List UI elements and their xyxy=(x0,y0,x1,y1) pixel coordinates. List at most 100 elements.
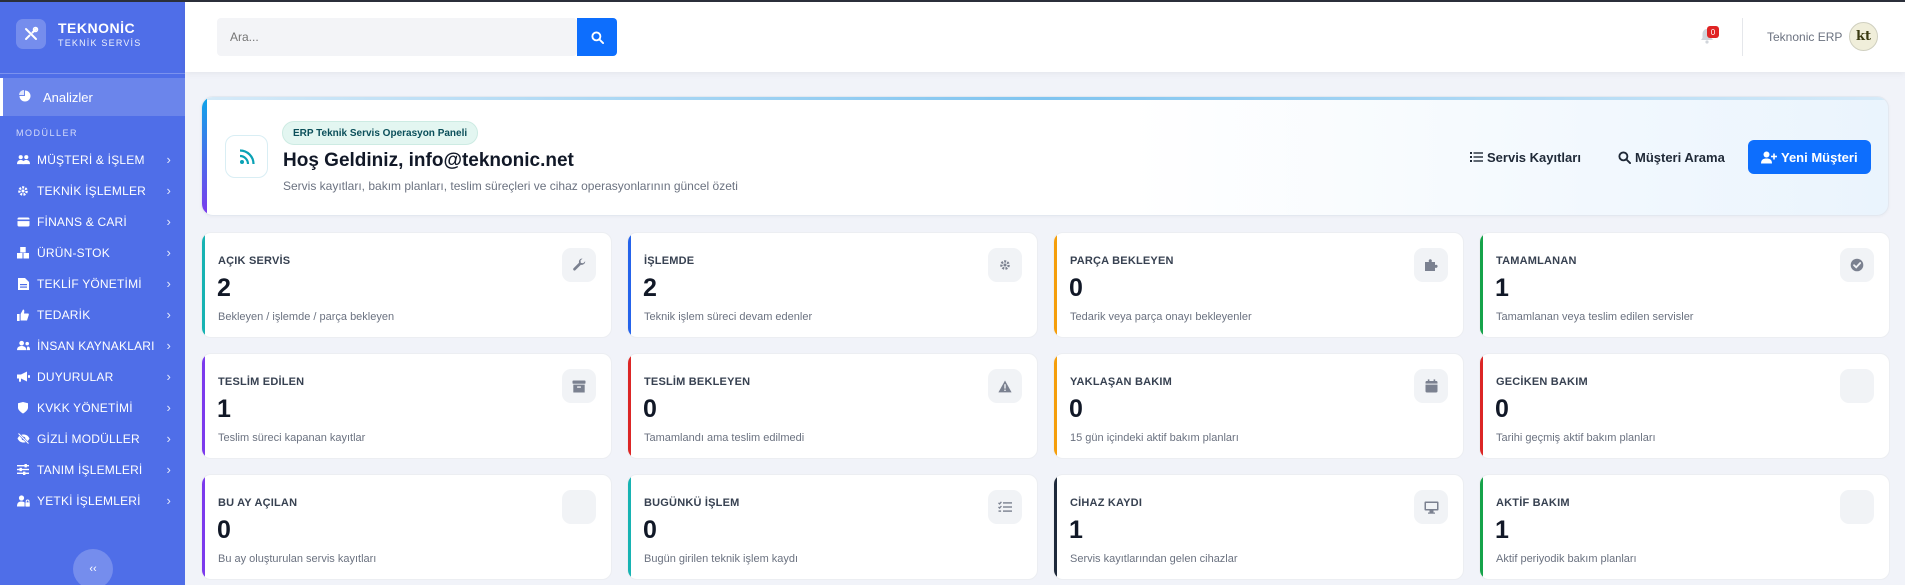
sidebar-item-label: YETKİ İŞLEMLERİ xyxy=(37,493,141,508)
brand[interactable]: TEKNONİC TEKNİK SERVİS xyxy=(0,0,185,68)
chevron-right-icon: › xyxy=(166,152,171,167)
search-button[interactable] xyxy=(577,18,617,56)
card-accent-bar xyxy=(628,475,631,579)
card-title: TESLİM EDİLEN xyxy=(218,376,305,388)
stat-card-ci̇haz-kaydi[interactable]: CİHAZ KAYDI 1 Servis kayıtlarından gelen c… xyxy=(1053,474,1464,580)
new-customer-label: Yeni Müşteri xyxy=(1781,149,1858,165)
tools-icon xyxy=(16,19,46,49)
stat-card-yaklaşan-bakim[interactable]: YAKLAŞAN BAKIM 0 15 gün içindeki aktif bak… xyxy=(1053,353,1464,459)
sidebar-item-tanim-i-şlemleri[interactable]: TANIM İŞLEMLERİ › xyxy=(0,454,185,485)
thumbs-up-icon xyxy=(16,309,30,321)
stat-card-tamamlanan[interactable]: TAMAMLANAN 1 Tamamlanan veya teslim edilen… xyxy=(1479,232,1890,338)
chevron-right-icon: › xyxy=(166,400,171,415)
sidebar-item-label: MÜŞTERİ & İŞLEM xyxy=(37,152,145,167)
sidebar-item-label: KVKK YÖNETİMİ xyxy=(37,400,133,415)
list-icon xyxy=(1470,151,1483,163)
card-value: 2 xyxy=(643,274,657,302)
search-icon xyxy=(590,30,604,44)
card-title: BUGÜNKÜ İŞLEM xyxy=(644,497,740,509)
stat-card-akti̇f-bakim[interactable]: AKTİF BAKIM 1 Aktif periyodik bakım planla… xyxy=(1479,474,1890,580)
window-top-border xyxy=(0,0,1905,2)
gear-icon xyxy=(988,248,1022,282)
shield-icon xyxy=(16,401,30,414)
gear-icon xyxy=(16,185,30,197)
user-name[interactable]: Teknonic ERP xyxy=(1767,30,1842,44)
card-value: 2 xyxy=(217,274,231,302)
stat-card-tesli̇m-edi̇len[interactable]: TESLİM EDİLEN 1 Teslim süreci kapanan kayı… xyxy=(201,353,612,459)
sidebar-item-i-nsan-kaynaklari[interactable]: İNSAN KAYNAKLARI › xyxy=(0,330,185,361)
service-records-button[interactable]: Servis Kayıtları xyxy=(1464,140,1587,174)
card-value: 0 xyxy=(1069,395,1083,423)
sliders-icon xyxy=(16,464,30,475)
sidebar-item-fi-nans-cari[interactable]: FİNANS & CARİ › xyxy=(0,206,185,237)
card-value: 0 xyxy=(1069,274,1083,302)
sidebar-item-tekli-f-yöneti-mi[interactable]: TEKLİF YÖNETİMİ › xyxy=(0,268,185,299)
card-title: İŞLEMDE xyxy=(644,255,695,267)
card-accent-bar xyxy=(202,354,205,458)
service-records-label: Servis Kayıtları xyxy=(1487,149,1581,165)
card-description: Tedarik veya parça onayı bekleyenler xyxy=(1070,311,1252,323)
sidebar-item-tedari-k[interactable]: TEDARİK › xyxy=(0,299,185,330)
card-title: TESLİM BEKLEYEN xyxy=(644,376,751,388)
sidebar-item-tekni-k-i-şlemler[interactable]: TEKNİK İŞLEMLER › xyxy=(0,175,185,206)
card-accent-bar xyxy=(202,233,205,337)
chevrons-left-icon: ‹‹ xyxy=(89,563,97,575)
stat-card-açik-servi̇s[interactable]: AÇIK SERVİS 2 Bekleyen / işlemde / parça b… xyxy=(201,232,612,338)
avatar[interactable]: kt xyxy=(1849,22,1878,51)
megaphone-icon xyxy=(16,371,30,382)
sidebar-item-kvkk-yöneti-mi[interactable]: KVKK YÖNETİMİ › xyxy=(0,392,185,423)
sidebar-item-analizler[interactable]: Analizler xyxy=(0,78,185,116)
stat-card-i̇şlemde[interactable]: İŞLEMDE 2 Teknik işlem süreci devam edenle… xyxy=(627,232,1038,338)
search-icon xyxy=(1618,150,1631,164)
sidebar-item-label: GİZLİ MODÜLLER xyxy=(37,431,140,446)
card-description: Bu ay oluşturulan servis kayıtları xyxy=(218,553,377,565)
hero-top-glow xyxy=(202,97,1888,100)
user-plus-icon xyxy=(1761,151,1777,164)
card-description: Aktif periyodik bakım planları xyxy=(1496,553,1637,565)
search-box xyxy=(217,18,577,56)
card-accent-bar xyxy=(628,354,631,458)
card-value: 1 xyxy=(217,395,231,423)
chevron-right-icon: › xyxy=(166,183,171,198)
sidebar-item-duyurular[interactable]: DUYURULAR › xyxy=(0,361,185,392)
boxes-icon xyxy=(16,246,30,259)
card-value: 0 xyxy=(217,516,231,544)
sidebar-item-müşteri-i-şlem[interactable]: MÜŞTERİ & İŞLEM › xyxy=(0,144,185,175)
card-value: 0 xyxy=(643,395,657,423)
user-lock-icon xyxy=(16,494,30,507)
stat-card-tesli̇m-bekleyen[interactable]: TESLİM BEKLEYEN 0 Tamamlandı ama teslim ed… xyxy=(627,353,1038,459)
stat-card-geci̇ken-bakim[interactable]: GECİKEN BAKIM 0 Tarihi geçmiş aktif bakım … xyxy=(1479,353,1890,459)
chevron-right-icon: › xyxy=(166,431,171,446)
sidebar-item-label: İNSAN KAYNAKLARI xyxy=(37,338,155,353)
card-title: AÇIK SERVİS xyxy=(218,255,291,267)
eye-slash-icon xyxy=(16,433,30,444)
list-check-icon xyxy=(988,490,1022,524)
sidebar-item-label: TEKLİF YÖNETİMİ xyxy=(37,276,142,291)
card-accent-bar xyxy=(1054,475,1057,579)
sidebar-collapse-button[interactable]: ‹‹ xyxy=(73,549,113,585)
search-input[interactable] xyxy=(217,18,577,56)
stat-card-bugünkü-i̇şlem[interactable]: BUGÜNKÜ İŞLEM 0 Bugün girilen teknik işlem… xyxy=(627,474,1038,580)
hero-accent-bar xyxy=(202,97,207,215)
card-title: GECİKEN BAKIM xyxy=(1496,376,1588,388)
sidebar-item-label: FİNANS & CARİ xyxy=(37,214,127,229)
users-icon xyxy=(16,154,30,165)
credit-card-icon xyxy=(16,217,30,227)
card-description: Teslim süreci kapanan kayıtlar xyxy=(218,432,366,444)
sidebar-item-gi-zli-modüller[interactable]: GİZLİ MODÜLLER › xyxy=(0,423,185,454)
customer-search-button[interactable]: Müşteri Arama xyxy=(1612,140,1731,174)
sidebar-item-label: DUYURULAR xyxy=(37,369,114,384)
stat-card-parça-bekleyen[interactable]: PARÇA BEKLEYEN 0 Tedarik veya parça onayı … xyxy=(1053,232,1464,338)
card-description: Tarihi geçmiş aktif bakım planları xyxy=(1496,432,1656,444)
card-accent-bar xyxy=(1480,233,1483,337)
sidebar-item-ürün-stok[interactable]: ÜRÜN-STOK › xyxy=(0,237,185,268)
sidebar-item-label: TEDARİK xyxy=(37,307,91,322)
page-subtitle: Servis kayıtları, bakım planları, teslim… xyxy=(283,179,738,193)
sidebar-item-yetki-i-şlemleri[interactable]: YETKİ İŞLEMLERİ › xyxy=(0,485,185,516)
new-customer-button[interactable]: Yeni Müşteri xyxy=(1748,140,1871,174)
card-accent-bar xyxy=(1480,475,1483,579)
chevron-right-icon: › xyxy=(166,338,171,353)
check-circle-icon xyxy=(1840,248,1874,282)
card-value: 1 xyxy=(1495,516,1509,544)
stat-card-bu-ay-açilan[interactable]: BU AY AÇILAN 0 Bu ay oluşturulan servis ka… xyxy=(201,474,612,580)
